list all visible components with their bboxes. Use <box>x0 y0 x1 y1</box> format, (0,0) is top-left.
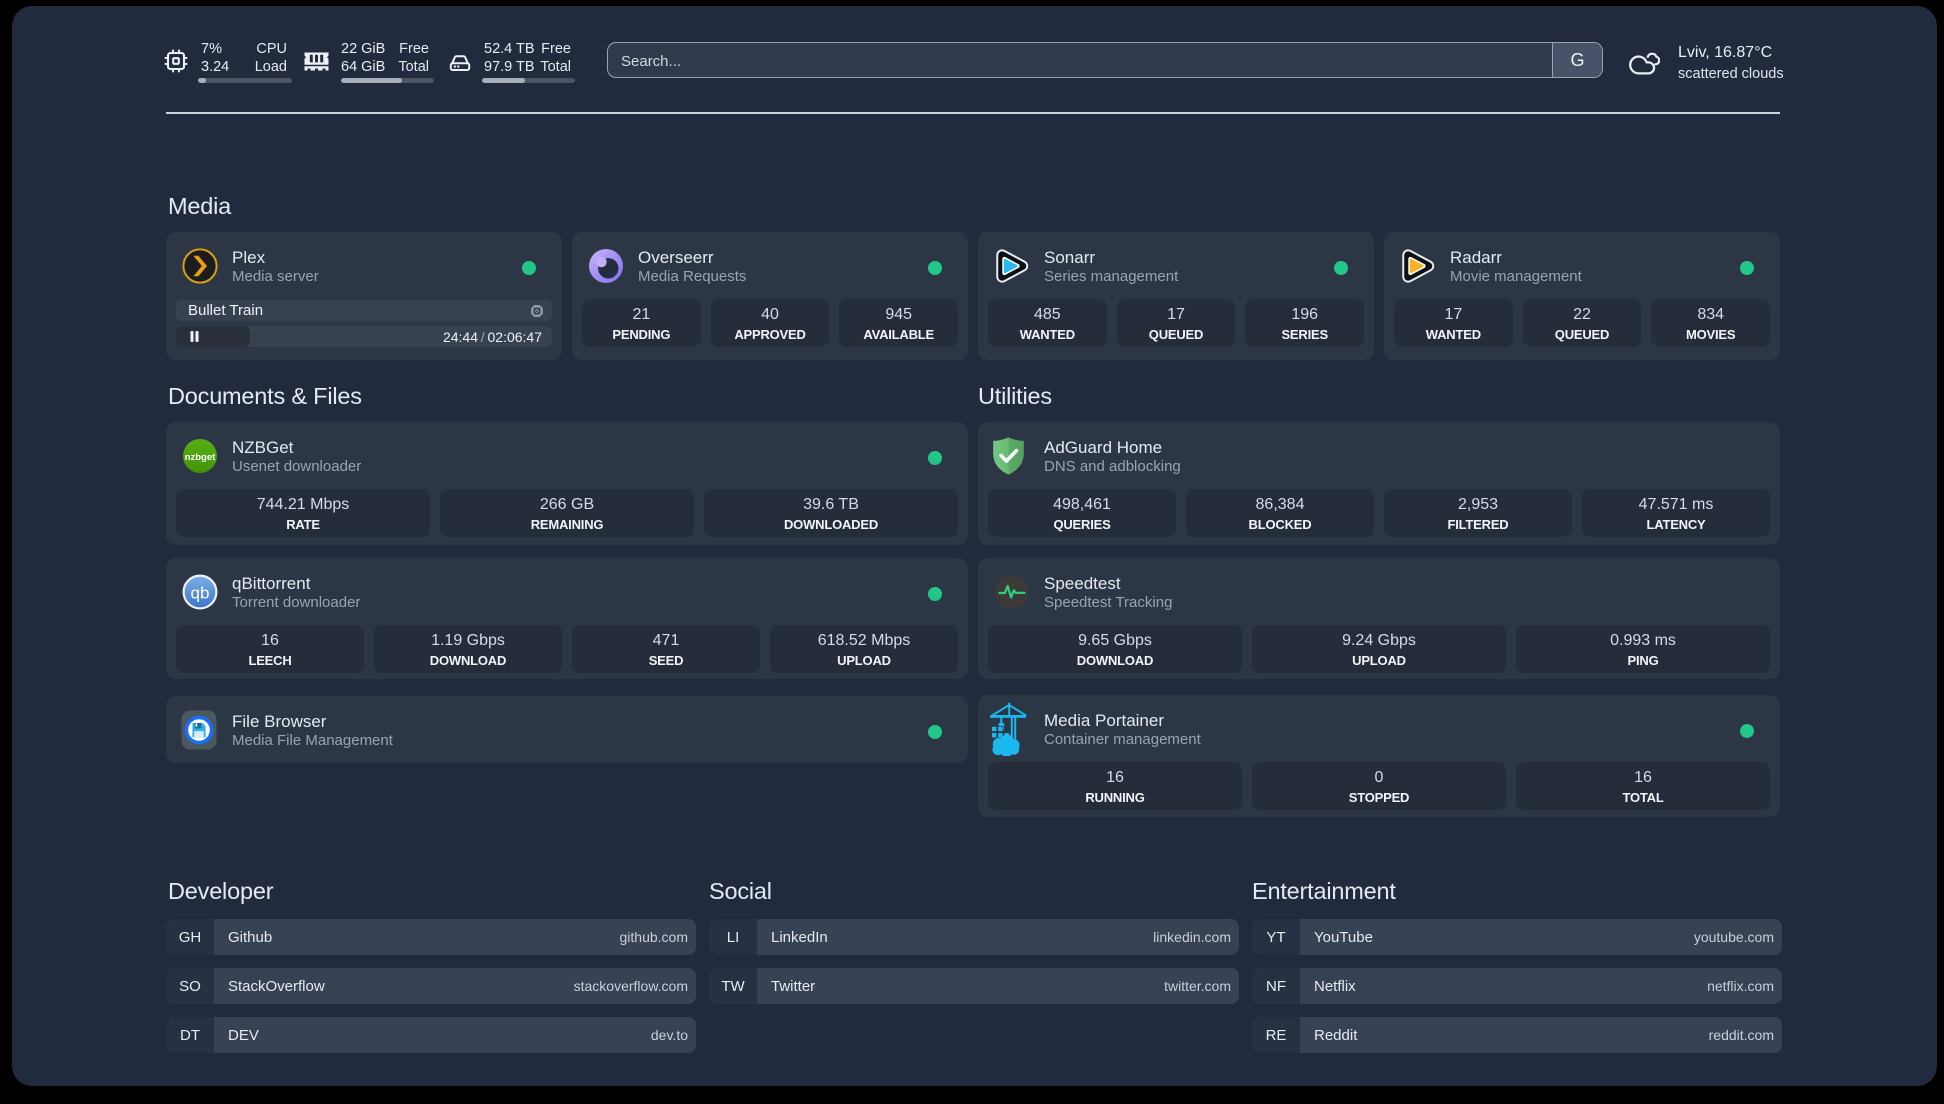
svg-text:nzbget: nzbget <box>185 452 216 463</box>
svg-text:qb: qb <box>191 584 210 603</box>
